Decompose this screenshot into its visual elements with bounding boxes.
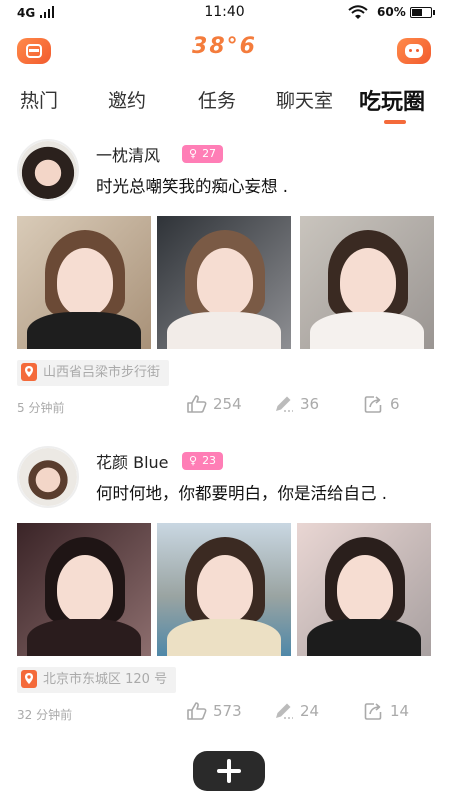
location-pin-icon [21,362,37,381]
photo-grid [17,216,434,349]
pencil-icon [276,703,293,719]
share-button[interactable]: 14 [364,702,409,720]
post-text: 时光总嘲笑我的痴心妄想 . [96,177,288,196]
photo-thumbnail[interactable] [17,523,151,656]
badge-icon: ♀ [189,454,198,467]
photo-thumbnail[interactable] [157,523,291,656]
app-header: 38°6 [0,32,449,72]
like-count: 573 [213,702,242,720]
location-tag[interactable]: 山西省吕梁市步行街 [17,360,170,386]
battery-percent: 60% [377,5,406,19]
app-logo: 38°6 [192,34,257,59]
thumbs-up-icon [187,395,207,413]
share-icon [364,703,382,720]
comment-count: 24 [300,702,320,720]
post-meta: 32 分钟前 573 24 14 [0,702,449,724]
tab-food-fun-circle[interactable]: 吃玩圈 [359,84,425,116]
share-button[interactable]: 6 [364,395,400,413]
location-text: 山西省吕梁市步行街 [43,365,161,380]
category-tabs: 热门 邀约 任务 聊天室 吃玩圈 [0,86,449,126]
badge-icon: ♀ [189,147,198,160]
photo-thumbnail[interactable] [297,523,431,656]
comment-button[interactable]: 36 [274,395,319,413]
avatar[interactable] [17,139,79,201]
chat-icon [405,44,423,58]
share-count: 14 [390,702,410,720]
like-count: 254 [213,395,242,413]
post-meta: 5 分钟前 254 36 6 [0,395,449,417]
tab-task[interactable]: 任务 [198,86,236,113]
add-post-button[interactable] [193,751,265,791]
post-time: 32 分钟前 [17,708,73,722]
status-bar: 4G 11:40 60% [0,0,449,26]
photo-thumbnail[interactable] [157,216,291,349]
comment-button[interactable]: 24 [274,702,319,720]
like-button[interactable]: 254 [187,395,242,413]
wifi-icon [348,5,368,19]
location-text: 北京市东城区 120 号 [43,672,168,687]
username[interactable]: 花颜 Blue [96,449,169,473]
share-count: 6 [390,395,400,413]
post-text: 何时何地，你都要明白，你是活给自己 . [96,484,387,503]
chat-button[interactable] [397,38,431,64]
location-tag[interactable]: 北京市东城区 120 号 [17,667,177,693]
tab-hot[interactable]: 热门 [20,86,58,113]
post-time: 5 分钟前 [17,401,65,415]
tab-chatroom[interactable]: 聊天室 [276,86,333,113]
badge-value: 27 [202,147,217,160]
photo-grid [17,523,431,656]
photo-thumbnail[interactable] [300,216,434,349]
username[interactable]: 一枕清风 [96,142,160,166]
like-button[interactable]: 573 [187,702,242,720]
tab-invite[interactable]: 邀约 [108,86,146,113]
battery-icon [410,7,435,18]
avatar[interactable] [17,446,79,508]
badge-value: 23 [202,454,217,467]
share-icon [364,396,382,413]
thumbs-up-icon [187,702,207,720]
photo-thumbnail[interactable] [17,216,151,349]
level-badge: ♀ 27 [182,145,224,163]
level-badge: ♀ 23 [182,452,224,470]
comment-count: 36 [300,395,320,413]
location-pin-icon [21,669,37,688]
pencil-icon [276,396,293,412]
active-tab-indicator [384,120,406,124]
